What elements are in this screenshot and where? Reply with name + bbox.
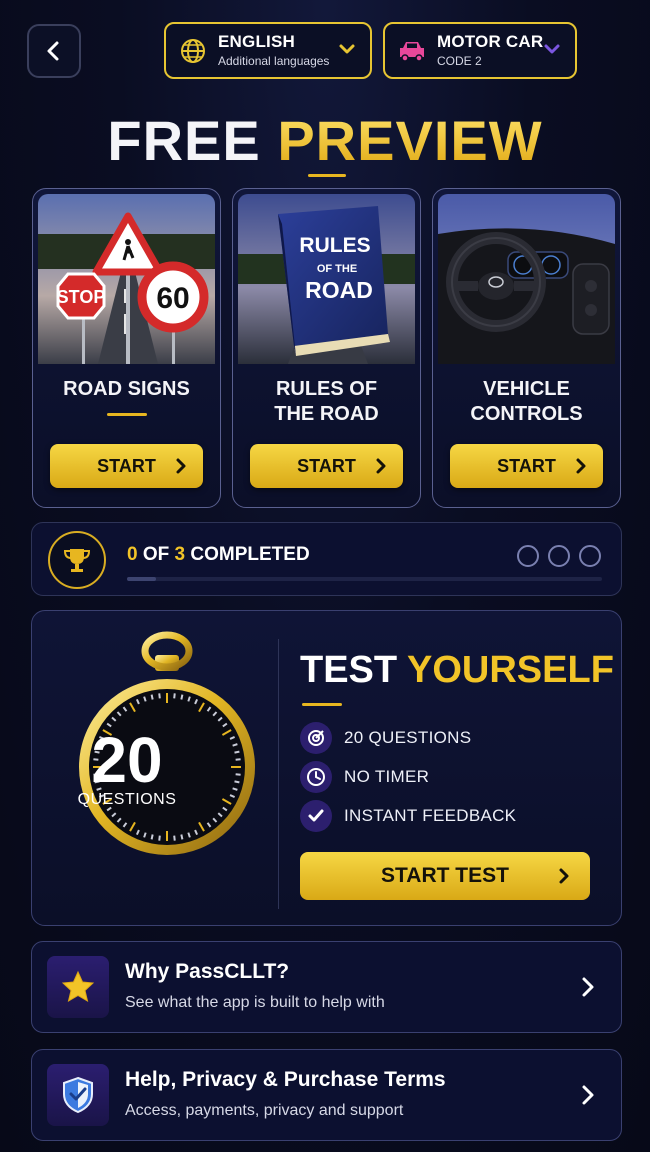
chevron-right-icon	[582, 977, 594, 997]
card-label-line2: THE ROAD	[274, 403, 379, 425]
rules-book-image: RULES OF THE ROAD	[238, 194, 415, 364]
row-subtitle: See what the app is built to help with	[125, 994, 385, 1011]
chevron-right-icon	[576, 458, 586, 474]
vehicle-selector[interactable]: MOTOR CAR CODE 2	[383, 22, 577, 79]
card-underline	[107, 413, 147, 416]
progress-done: 0	[127, 544, 138, 565]
car-icon	[397, 36, 427, 66]
test-yourself-panel: 20 QUESTIONS TEST YOURSELF 20 QUESTIONS …	[31, 610, 622, 926]
start-rules-of-the-road-button[interactable]: START	[250, 444, 403, 488]
progress-panel: 0 OF 3 COMPLETED	[31, 522, 622, 596]
clock-icon	[300, 761, 332, 793]
start-test-label: START TEST	[381, 864, 509, 887]
test-title-underline	[302, 703, 342, 706]
test-title-white: TEST	[300, 649, 398, 691]
start-label: START	[97, 455, 156, 476]
road-signs-card[interactable]: STOP 60 ROAD SIGNS START	[32, 188, 221, 508]
chevron-right-icon	[376, 458, 386, 474]
test-title: TEST YOURSELF	[300, 649, 614, 692]
watch-tick	[158, 693, 161, 699]
vehicle-sublabel: CODE 2	[437, 53, 482, 68]
language-sublabel: Additional languages	[218, 53, 330, 68]
row-title: Help, Privacy & Purchase Terms	[125, 1068, 446, 1091]
watch-tick	[180, 834, 184, 840]
start-test-button[interactable]: START TEST	[300, 852, 590, 900]
title-white: FREE	[107, 109, 261, 172]
globe-icon	[178, 36, 208, 66]
test-title-gold: YOURSELF	[407, 649, 614, 691]
progress-dots	[517, 545, 601, 567]
watch-number: 20	[91, 724, 163, 796]
chevron-left-icon	[47, 41, 59, 61]
title-underline	[308, 174, 346, 177]
language-label: ENGLISH	[218, 32, 295, 52]
start-vehicle-controls-button[interactable]: START	[450, 444, 603, 488]
card-label: ROAD SIGNS	[63, 378, 190, 400]
watch-tick	[180, 694, 184, 700]
language-selector[interactable]: ENGLISH Additional languages	[164, 22, 372, 79]
why-passcllt-row[interactable]: Why PassCLLT? See what the app is built …	[31, 941, 622, 1033]
chevron-down-icon	[544, 44, 560, 54]
shield-icon	[47, 1064, 109, 1126]
feature-feedback: INSTANT FEEDBACK	[300, 800, 516, 832]
chevron-right-icon	[582, 1085, 594, 1105]
card-label-line2: CONTROLS	[470, 403, 583, 425]
card-label-line1: RULES OF	[275, 378, 378, 400]
trophy-icon	[48, 531, 106, 589]
chevron-right-icon	[176, 458, 186, 474]
start-label: START	[297, 455, 356, 476]
start-road-signs-button[interactable]: START	[50, 444, 203, 488]
speed-sign-text: 60	[156, 282, 189, 315]
vehicle-dashboard-image	[438, 194, 615, 364]
progress-suffix: COMPLETED	[190, 544, 310, 565]
star-icon	[47, 956, 109, 1018]
feature-text: NO TIMER	[344, 767, 430, 786]
feature-text: 20 QUESTIONS	[344, 728, 472, 747]
feature-text: INSTANT FEEDBACK	[344, 806, 517, 825]
progress-track	[127, 577, 602, 581]
road-signs-image: STOP 60	[38, 194, 215, 364]
book-text-road: ROAD	[305, 277, 373, 303]
progress-of: OF	[142, 544, 170, 565]
start-label: START	[497, 455, 556, 476]
watch-tick	[173, 693, 176, 699]
vehicle-label: MOTOR CAR	[437, 32, 544, 52]
watch-tick	[150, 694, 154, 700]
back-button[interactable]	[27, 24, 81, 78]
progress-fill	[127, 577, 156, 581]
divider	[278, 639, 279, 909]
chevron-right-icon	[559, 868, 569, 884]
progress-dot	[548, 545, 570, 567]
top-bar: ENGLISH Additional languages MOTOR CAR C…	[0, 22, 650, 80]
book-text-rules: RULES	[299, 234, 370, 257]
watch-tick	[158, 835, 161, 841]
watch-label: QUESTIONS	[77, 791, 177, 808]
progress-text: 0 OF 3 COMPLETED	[127, 544, 310, 566]
watch-tick	[150, 834, 154, 840]
page-title: FREE PREVIEW	[0, 108, 650, 173]
progress-dot	[517, 545, 539, 567]
book-text-of-the: OF THE	[317, 263, 357, 275]
card-label-line1: VEHICLE	[483, 378, 570, 400]
row-title: Why PassCLLT?	[125, 960, 290, 983]
feature-questions: 20 QUESTIONS	[300, 722, 471, 754]
rules-of-the-road-card[interactable]: RULES OF THE ROAD RULES OF THE ROAD STAR…	[232, 188, 421, 508]
watch-tick	[173, 835, 176, 841]
progress-total: 3	[174, 544, 186, 565]
vehicle-controls-card[interactable]: VEHICLE CONTROLS START	[432, 188, 621, 508]
title-gold: PREVIEW	[277, 109, 543, 172]
feature-timer: NO TIMER	[300, 761, 429, 793]
row-subtitle: Access, payments, privacy and support	[125, 1102, 404, 1119]
progress-dot	[579, 545, 601, 567]
chevron-down-icon	[339, 44, 355, 54]
check-icon	[300, 800, 332, 832]
help-privacy-row[interactable]: Help, Privacy & Purchase Terms Access, p…	[31, 1049, 622, 1141]
target-icon	[300, 722, 332, 754]
stop-sign-text: STOP	[57, 287, 106, 307]
